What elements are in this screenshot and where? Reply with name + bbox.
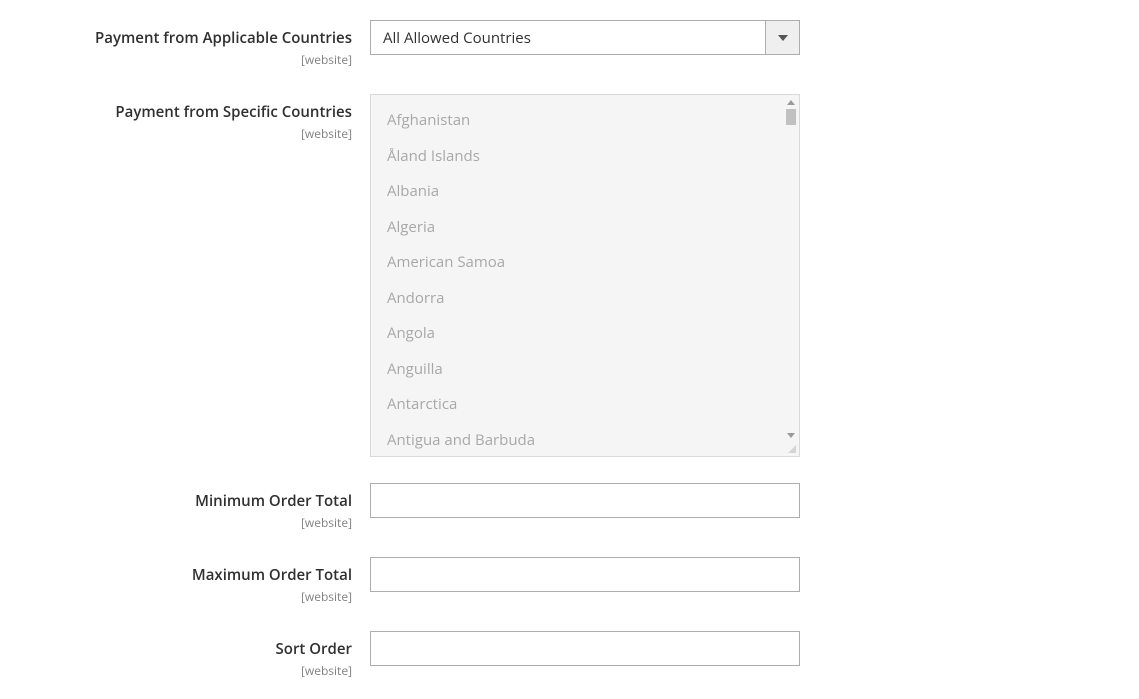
sort-order-label: Sort Order (276, 639, 352, 659)
scroll-up-arrow-icon[interactable] (783, 95, 799, 109)
multiselect-option[interactable]: Angola (387, 316, 799, 352)
max-order-total-scope: [website] (30, 588, 352, 605)
specific-countries-multiselect[interactable]: AfghanistanÅland IslandsAlbaniaAlgeriaAm… (370, 94, 800, 457)
min-order-total-scope: [website] (30, 514, 352, 531)
label-col: Maximum Order Total [website] (30, 557, 370, 605)
multiselect-option[interactable]: Antigua and Barbuda (387, 423, 799, 459)
sort-order-input[interactable] (370, 631, 800, 666)
field-col: All Allowed Countries (370, 20, 800, 55)
specific-countries-label: Payment from Specific Countries (115, 102, 352, 122)
min-order-total-label: Minimum Order Total (195, 491, 352, 511)
multiselect-scrollbar[interactable] (783, 95, 799, 442)
row-sort-order: Sort Order [website] (30, 631, 1109, 679)
label-col: Payment from Applicable Countries [websi… (30, 20, 370, 68)
row-specific-countries: Payment from Specific Countries [website… (30, 94, 1109, 457)
resize-grip-icon[interactable] (785, 442, 799, 456)
multiselect-option[interactable]: Andorra (387, 281, 799, 317)
applicable-countries-selected[interactable]: All Allowed Countries (370, 20, 765, 55)
field-col (370, 483, 800, 518)
multiselect-option[interactable]: Albania (387, 174, 799, 210)
applicable-countries-label: Payment from Applicable Countries (95, 28, 352, 48)
min-order-total-input[interactable] (370, 483, 800, 518)
row-min-order-total: Minimum Order Total [website] (30, 483, 1109, 531)
label-col: Sort Order [website] (30, 631, 370, 679)
scroll-track[interactable] (783, 109, 799, 428)
sort-order-scope: [website] (30, 662, 352, 679)
multiselect-option[interactable]: Afghanistan (387, 103, 799, 139)
multiselect-option[interactable]: Åland Islands (387, 139, 799, 175)
applicable-countries-scope: [website] (30, 51, 352, 68)
row-applicable-countries: Payment from Applicable Countries [websi… (30, 20, 1109, 68)
max-order-total-label: Maximum Order Total (192, 565, 352, 585)
scroll-thumb[interactable] (786, 109, 796, 125)
label-col: Minimum Order Total [website] (30, 483, 370, 531)
row-max-order-total: Maximum Order Total [website] (30, 557, 1109, 605)
multiselect-option[interactable]: Anguilla (387, 352, 799, 388)
label-col: Payment from Specific Countries [website… (30, 94, 370, 142)
multiselect-option[interactable]: Antarctica (387, 387, 799, 423)
specific-countries-scope: [website] (30, 125, 352, 142)
multiselect-options: AfghanistanÅland IslandsAlbaniaAlgeriaAm… (387, 103, 799, 458)
field-col (370, 631, 800, 666)
multiselect-option[interactable]: Algeria (387, 210, 799, 246)
chevron-down-icon (778, 35, 788, 41)
field-col: AfghanistanÅland IslandsAlbaniaAlgeriaAm… (370, 94, 800, 457)
max-order-total-input[interactable] (370, 557, 800, 592)
scroll-down-arrow-icon[interactable] (783, 428, 799, 442)
field-col (370, 557, 800, 592)
select-arrow-button[interactable] (765, 20, 800, 55)
multiselect-option[interactable]: American Samoa (387, 245, 799, 281)
applicable-countries-select[interactable]: All Allowed Countries (370, 20, 800, 55)
